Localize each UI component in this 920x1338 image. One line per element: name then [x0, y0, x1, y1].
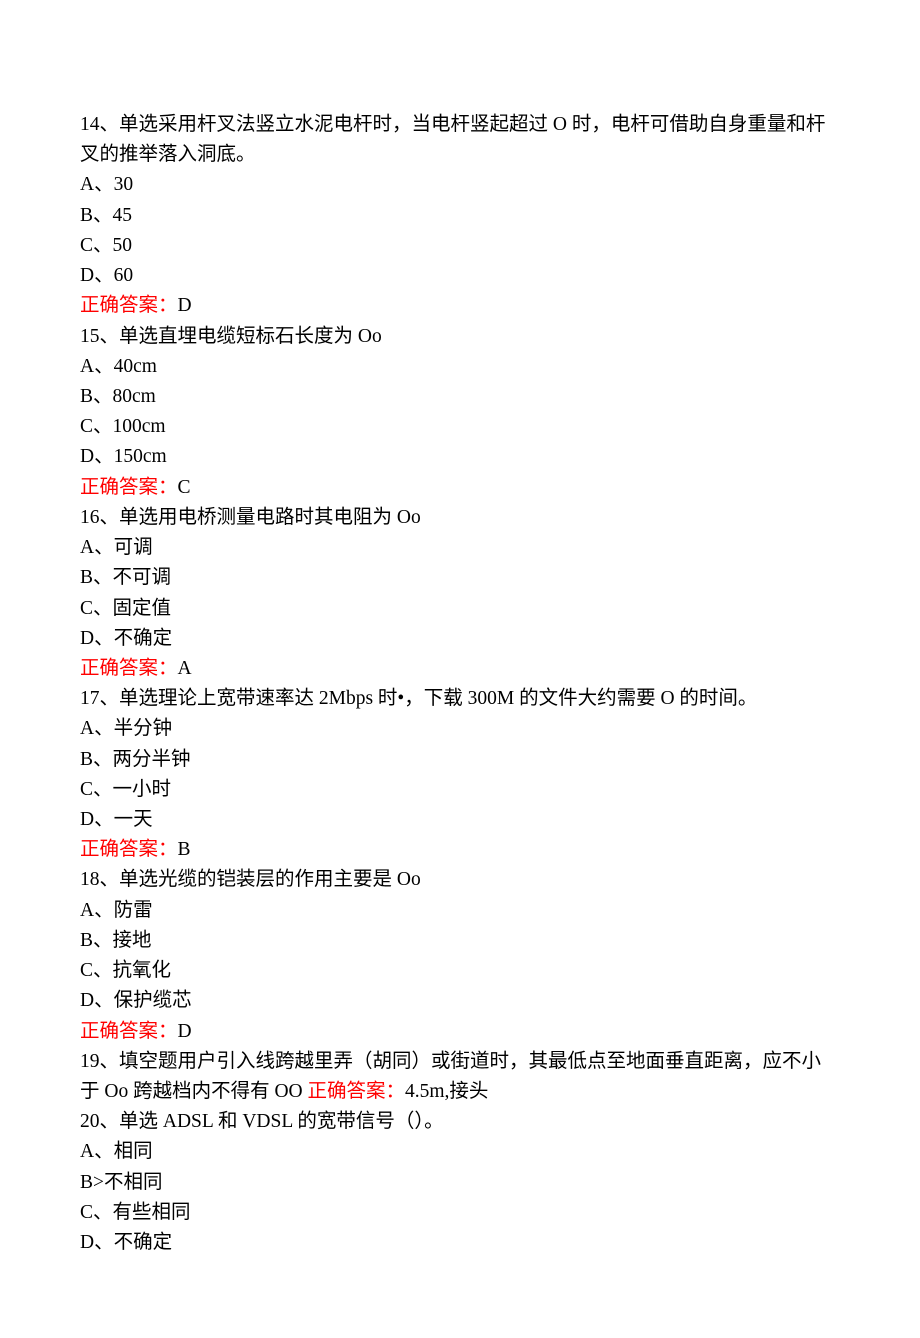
- option-a: A、40cm: [80, 352, 840, 382]
- answer-label: 正确答案：: [308, 1081, 406, 1102]
- option-c: C、抗氧化: [80, 956, 840, 986]
- option-d: D、不确定: [80, 624, 840, 654]
- option-a: A、30: [80, 170, 840, 200]
- option-b: B>不相同: [80, 1168, 840, 1198]
- option-d: D、一天: [80, 805, 840, 835]
- question-15: 15、单选直埋电缆短标石长度为 Oo A、40cm B、80cm C、100cm…: [80, 322, 840, 503]
- answer-line: 正确答案：C: [80, 473, 840, 503]
- question-text: 16、单选用电桥测量电路时其电阻为 Oo: [80, 503, 840, 533]
- answer-value: 4.5m,接头: [405, 1081, 488, 1102]
- option-b: B、接地: [80, 926, 840, 956]
- option-d: D、60: [80, 261, 840, 291]
- answer-line: 正确答案：D: [80, 1017, 840, 1047]
- option-b: B、两分半钟: [80, 745, 840, 775]
- answer-line: 正确答案：D: [80, 291, 840, 321]
- question-text: 15、单选直埋电缆短标石长度为 Oo: [80, 322, 840, 352]
- option-b: B、不可调: [80, 563, 840, 593]
- question-16: 16、单选用电桥测量电路时其电阻为 Oo A、可调 B、不可调 C、固定值 D、…: [80, 503, 840, 684]
- option-b: B、80cm: [80, 382, 840, 412]
- question-19: 19、填空题用户引入线跨越里弄（胡同）或街道时，其最低点至地面垂直距离，应不小于…: [80, 1047, 840, 1107]
- answer-label: 正确答案：: [80, 477, 178, 498]
- option-b: B、45: [80, 201, 840, 231]
- answer-label: 正确答案：: [80, 658, 178, 679]
- option-c: C、有些相同: [80, 1198, 840, 1228]
- question-17: 17、单选理论上宽带速率达 2Mbps 时•，下载 300M 的文件大约需要 O…: [80, 684, 840, 865]
- answer-label: 正确答案：: [80, 295, 178, 316]
- option-a: A、可调: [80, 533, 840, 563]
- answer-value: A: [178, 658, 192, 679]
- question-text: 20、单选 ADSL 和 VDSL 的宽带信号（）。: [80, 1107, 840, 1137]
- option-d: D、保护缆芯: [80, 986, 840, 1016]
- answer-label: 正确答案：: [80, 839, 178, 860]
- option-a: A、半分钟: [80, 714, 840, 744]
- question-text: 18、单选光缆的铠装层的作用主要是 Oo: [80, 865, 840, 895]
- question-text: 14、单选采用杆叉法竖立水泥电杆时，当电杆竖起超过 O 时，电杆可借助自身重量和…: [80, 110, 840, 170]
- answer-line: 正确答案：A: [80, 654, 840, 684]
- answer-value: D: [178, 295, 192, 316]
- answer-label: 正确答案：: [80, 1021, 178, 1042]
- answer-value: D: [178, 1021, 192, 1042]
- question-14: 14、单选采用杆叉法竖立水泥电杆时，当电杆竖起超过 O 时，电杆可借助自身重量和…: [80, 110, 840, 322]
- option-a: A、防雷: [80, 896, 840, 926]
- option-c: C、固定值: [80, 594, 840, 624]
- option-c: C、100cm: [80, 412, 840, 442]
- question-text: 17、单选理论上宽带速率达 2Mbps 时•，下载 300M 的文件大约需要 O…: [80, 684, 840, 714]
- question-20: 20、单选 ADSL 和 VDSL 的宽带信号（）。 A、相同 B>不相同 C、…: [80, 1107, 840, 1258]
- question-18: 18、单选光缆的铠装层的作用主要是 Oo A、防雷 B、接地 C、抗氧化 D、保…: [80, 865, 840, 1046]
- option-a: A、相同: [80, 1137, 840, 1167]
- option-c: C、50: [80, 231, 840, 261]
- option-d: D、不确定: [80, 1228, 840, 1258]
- answer-line: 正确答案：B: [80, 835, 840, 865]
- answer-value: B: [178, 839, 191, 860]
- option-d: D、150cm: [80, 442, 840, 472]
- option-c: C、一小时: [80, 775, 840, 805]
- answer-value: C: [178, 477, 191, 498]
